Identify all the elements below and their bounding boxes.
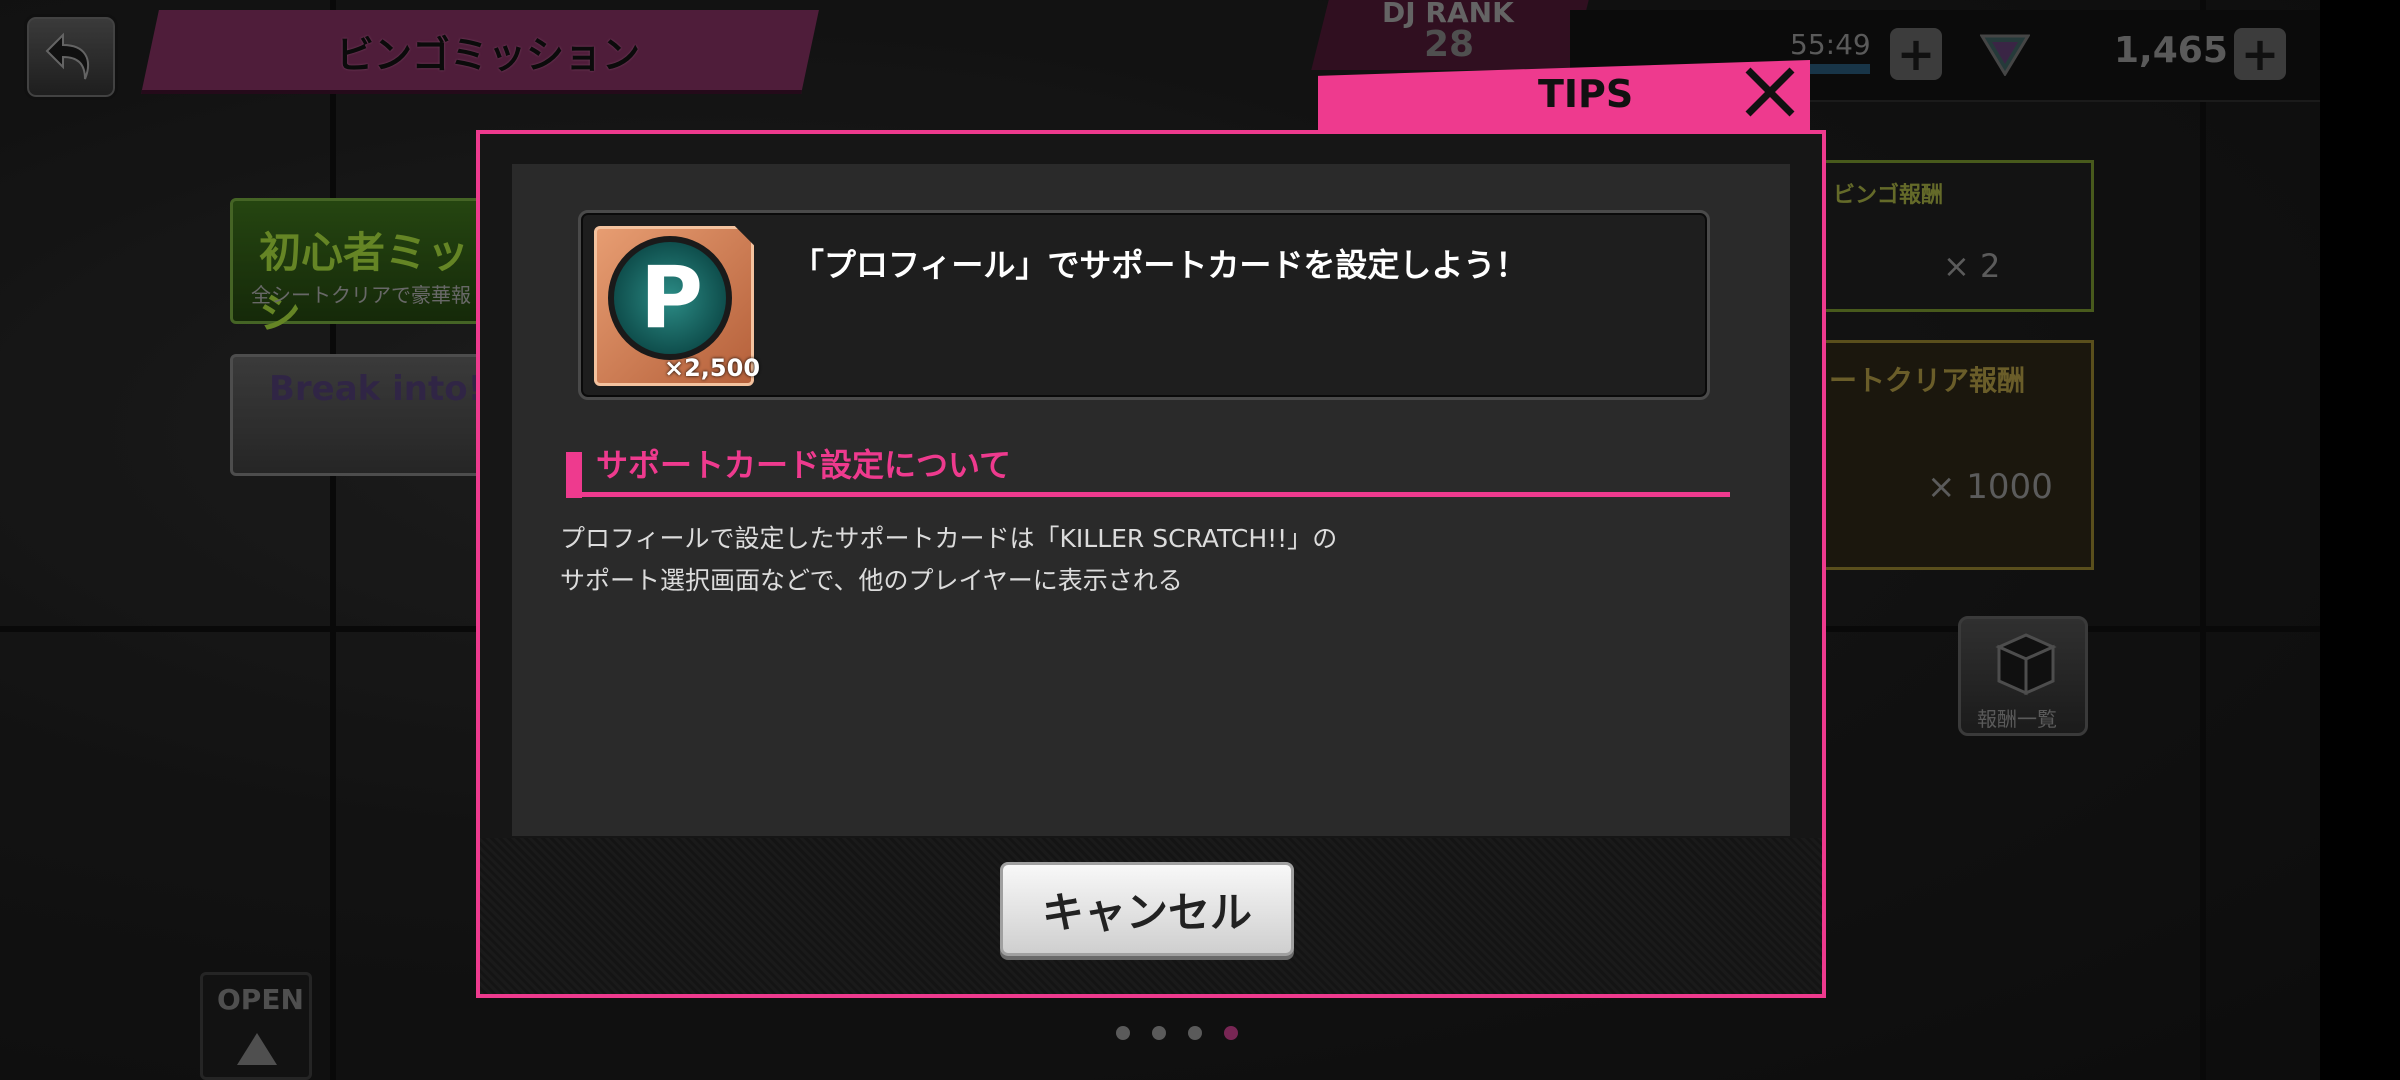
reward-quantity: ×2,500 — [664, 354, 761, 382]
tips-title: TIPS — [1538, 72, 1634, 116]
cancel-button[interactable]: キャンセル — [1000, 862, 1294, 956]
tips-description: プロフィールで設定したサポートカードは「KILLER SCRATCH!!」の サ… — [560, 518, 1337, 602]
screen-edge — [2320, 0, 2400, 1080]
description-line: プロフィールで設定したサポートカードは「KILLER SCRATCH!!」の — [560, 524, 1338, 553]
section-divider — [566, 492, 1730, 497]
description-line: サポート選択画面などで、他のプレイヤーに表示される — [560, 566, 1183, 595]
close-icon[interactable] — [1740, 62, 1800, 122]
section-title: サポートカード設定について — [596, 446, 1012, 484]
p-letter: P — [640, 248, 704, 348]
mission-title: 「プロフィール」でサポートカードを設定しよう！ — [792, 246, 1528, 284]
